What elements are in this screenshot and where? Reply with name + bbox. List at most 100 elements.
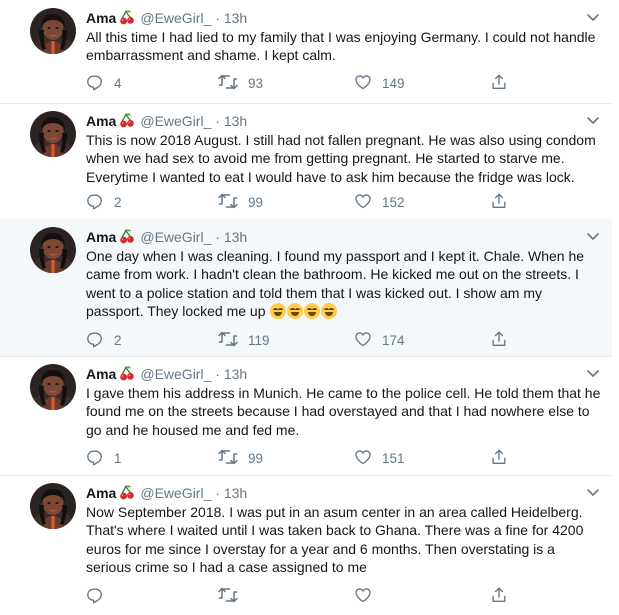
handle[interactable]: @EweGirl_ [140,113,211,129]
reply-count: 1 [114,451,122,466]
tweet-actions: 4 93 149 [86,72,526,92]
handle[interactable]: @EweGirl_ [140,366,211,382]
timestamp[interactable]: 13h [224,485,247,501]
tweet[interactable]: Ama @EweGirl_ · 13h One day when I was cl… [0,219,612,357]
chevron-down-icon[interactable] [586,229,600,247]
reply-count: 2 [114,333,122,348]
tweet[interactable]: Ama @EweGirl_ · 13h Now September 2018. I… [0,475,612,615]
like-count: 151 [382,451,405,466]
avatar[interactable] [30,364,76,410]
heart-icon [355,588,371,603]
reply-button[interactable]: 2 [86,191,122,211]
avatar[interactable] [30,483,76,529]
tweet-text-container: One day when I was cleaning. I found my … [86,247,602,321]
heart-icon [355,332,371,347]
retweet-button[interactable]: 93 [218,72,263,92]
share-icon [492,587,506,602]
heart-icon [355,75,371,90]
retweet-button[interactable]: 119 [218,329,270,349]
retweet-icon [218,193,238,209]
tweet-header: Ama @EweGirl_ · 13h [86,112,247,130]
handle[interactable]: @EweGirl_ [140,485,211,501]
timestamp[interactable]: 13h [224,10,247,26]
share-button[interactable] [490,585,518,605]
reply-count: 2 [114,195,122,210]
share-button[interactable] [490,191,518,211]
chevron-down-icon[interactable] [586,113,600,131]
share-button[interactable] [490,72,518,92]
reply-button[interactable]: 2 [86,329,122,349]
share-icon [492,74,506,89]
cherry-emoji-icon [119,9,135,29]
retweet-count: 119 [248,333,270,348]
like-count: 152 [382,195,405,210]
laughing-tears-emoji-icon [270,303,287,320]
chevron-down-icon[interactable] [586,366,600,384]
display-name[interactable]: Ama [86,485,116,501]
reply-button[interactable]: 1 [86,447,122,467]
cherry-emoji-icon [119,112,135,132]
chevron-down-icon[interactable] [586,10,600,28]
share-icon [492,449,506,464]
heart-icon [355,194,371,209]
like-button[interactable]: 151 [354,447,405,467]
display-name[interactable]: Ama [86,229,116,245]
reply-count: 4 [114,76,122,91]
display-name[interactable]: Ama [86,10,116,26]
timestamp[interactable]: 13h [224,113,247,129]
retweet-icon [218,449,238,465]
avatar[interactable] [30,111,76,157]
display-name[interactable]: Ama [86,366,116,382]
retweet-button[interactable] [218,585,248,605]
cherry-emoji-icon [119,484,135,504]
laughing-tears-emoji-icon [321,303,338,320]
like-button[interactable] [354,585,382,605]
retweet-icon [218,74,238,90]
tweet-text: I gave them his address in Munich. He ca… [86,385,601,438]
reply-icon [87,450,102,466]
handle[interactable]: @EweGirl_ [140,10,211,26]
avatar[interactable] [30,8,76,54]
like-button[interactable]: 174 [354,329,405,349]
tweet-header: Ama @EweGirl_ · 13h [86,228,247,246]
tweet-text: Now September 2018. I was put in an asum… [86,504,584,576]
display-name[interactable]: Ama [86,113,116,129]
share-icon [492,193,506,208]
retweet-count: 99 [248,195,264,210]
tweet-actions: 2 119 174 [86,329,526,349]
tweet[interactable]: Ama @EweGirl_ · 13h I gave them his addre… [0,356,612,476]
heart-icon [355,450,371,465]
like-button[interactable]: 152 [354,191,405,211]
share-button[interactable] [490,447,518,467]
tweet-actions [86,585,526,605]
reply-button[interactable]: 4 [86,72,122,92]
retweet-button[interactable]: 99 [218,191,263,211]
retweet-count: 99 [248,451,264,466]
tweet-text: This is now 2018 August. I still had not… [86,132,596,185]
retweet-icon [218,587,238,603]
cherry-emoji-icon [119,365,135,385]
chevron-down-icon[interactable] [586,485,600,503]
share-button[interactable] [490,329,518,349]
share-icon [492,331,506,346]
reply-icon [87,332,102,348]
retweet-button[interactable]: 99 [218,447,263,467]
tweet-header: Ama @EweGirl_ · 13h [86,365,247,383]
tweet-actions: 2 99 152 [86,191,526,211]
tweet-text: All this time I had lied to my family th… [86,29,596,64]
reply-icon [87,75,102,91]
retweet-count: 93 [248,76,264,91]
reply-icon [87,588,102,604]
timestamp[interactable]: 13h [224,366,247,382]
tweet[interactable]: Ama @EweGirl_ · 13h This is now 2018 Augu… [0,103,612,220]
tweet[interactable]: Ama @EweGirl_ · 13h All this time I had l… [0,0,612,104]
tweet-actions: 1 99 151 [86,447,526,467]
timestamp[interactable]: 13h [224,229,247,245]
tweet-header: Ama @EweGirl_ · 13h [86,9,247,27]
reply-button[interactable] [86,585,114,605]
reply-icon [87,194,102,210]
handle[interactable]: @EweGirl_ [140,229,211,245]
laughing-tears-emoji-icon [304,303,321,320]
avatar[interactable] [30,227,76,273]
like-button[interactable]: 149 [354,72,405,92]
